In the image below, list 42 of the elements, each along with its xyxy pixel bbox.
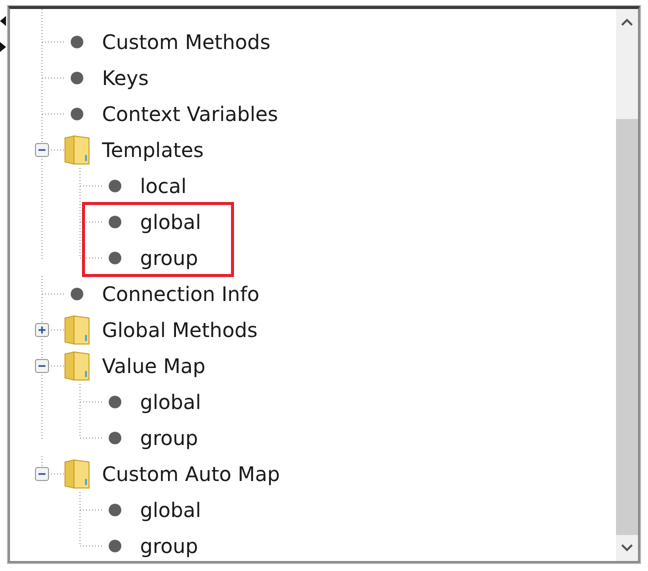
- bullet-icon: [108, 251, 122, 265]
- tree-item-label[interactable]: Connection Info: [102, 282, 260, 306]
- tree-lines-drawing: [41, 276, 67, 312]
- tree-item-label[interactable]: Context Variables: [102, 102, 278, 126]
- triangle-left-icon[interactable]: [0, 16, 6, 26]
- tree-item-label[interactable]: group: [140, 426, 198, 450]
- tree-item-label[interactable]: local: [140, 174, 187, 198]
- chevron-down-icon: [621, 544, 633, 552]
- tree-item-label[interactable]: Value Map: [102, 354, 206, 378]
- bullet-icon: [108, 179, 122, 193]
- bullet-icon: [108, 215, 122, 229]
- bullet-icon: [108, 539, 122, 553]
- collapse-icon[interactable]: [35, 467, 49, 481]
- tree-item-label[interactable]: Keys: [102, 66, 149, 90]
- bullet-icon: [70, 107, 84, 121]
- collapse-icon[interactable]: [35, 143, 49, 157]
- folder-icon: [64, 459, 90, 489]
- tree-item-label[interactable]: global: [140, 210, 201, 234]
- folder-icon: [64, 315, 90, 345]
- tree-item-label[interactable]: group: [140, 246, 198, 270]
- tree-item-label[interactable]: Custom Auto Map: [102, 462, 280, 486]
- tree-item-label[interactable]: global: [140, 390, 201, 414]
- tree-lines-drawing: [41, 60, 67, 96]
- bullet-icon: [108, 431, 122, 445]
- bullet-icon: [108, 503, 122, 517]
- scrollbar-thumb[interactable]: [616, 119, 638, 535]
- tree-lines-drawing: [41, 96, 67, 132]
- chevron-up-icon: [621, 18, 633, 26]
- folder-icon: [64, 135, 90, 165]
- tree-item-label[interactable]: Global Methods: [102, 318, 258, 342]
- tree-item-label[interactable]: Custom Methods: [102, 30, 270, 54]
- expand-icon[interactable]: [35, 323, 49, 337]
- collapse-icon[interactable]: [35, 359, 49, 373]
- triangle-right-icon[interactable]: [0, 42, 6, 52]
- bullet-icon: [108, 395, 122, 409]
- folder-icon: [64, 351, 90, 381]
- bullet-icon: [70, 287, 84, 301]
- bullet-icon: [70, 71, 84, 85]
- tree-item-label[interactable]: Templates: [102, 138, 204, 162]
- bullet-icon: [70, 35, 84, 49]
- tree-item-label[interactable]: group: [140, 534, 198, 558]
- tree-item-label[interactable]: global: [140, 498, 201, 522]
